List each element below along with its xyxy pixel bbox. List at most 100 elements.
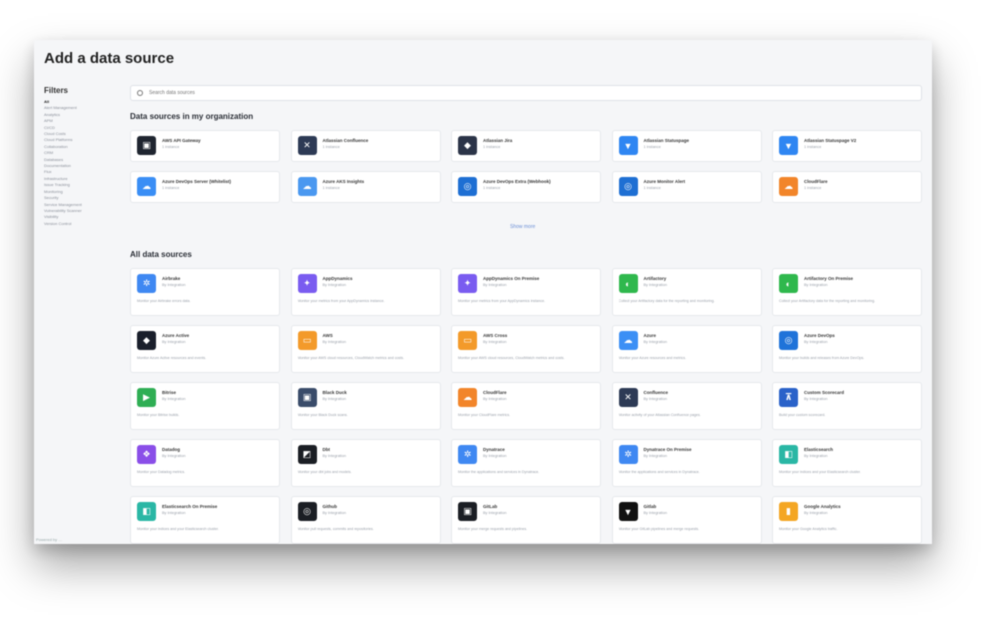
app-window: Add a data source Filters All Alert Manag… xyxy=(34,40,932,544)
data-source-logo-icon: ✕ xyxy=(618,388,638,407)
data-source-card[interactable]: ✕ Atlassian Confluence 1 instance xyxy=(290,130,441,162)
data-source-name: Atlassian Statuspage V2 xyxy=(804,138,857,143)
data-source-name: AWS xyxy=(322,333,333,338)
data-source-description: Build your custom scorecard. xyxy=(779,413,826,417)
data-source-card[interactable]: ☁ Azure AKS Insights 1 instance xyxy=(290,171,441,203)
data-source-logo-icon: ◆ xyxy=(137,331,156,350)
data-source-card[interactable]: ◎ Github By Integration Monitor pull reques… xyxy=(290,496,441,544)
data-source-subtitle: By Integration xyxy=(804,283,828,287)
data-source-description: Monitor your GitLab pipelines and merge … xyxy=(618,527,700,531)
search-input[interactable] xyxy=(149,90,849,96)
data-source-card[interactable]: ◆ Azure Active By Integration Monitor Azure… xyxy=(130,325,280,373)
data-source-card[interactable]: ▭ AWS Cross By Integration Monitor your AWS… xyxy=(451,325,601,373)
data-source-name: Azure AKS Insights xyxy=(322,179,365,184)
data-source-logo-icon: ▶ xyxy=(137,388,156,407)
data-source-subtitle: By Integration xyxy=(322,397,346,401)
data-source-card[interactable]: ▣ GitLab By Integration Monitor your merge … xyxy=(451,496,601,544)
data-source-name: AWS API Gateway xyxy=(162,138,201,143)
data-source-name: Artifactory On Premise xyxy=(804,276,854,281)
data-source-card[interactable]: ▣ AWS API Gateway 1 instance xyxy=(130,130,280,162)
data-source-description: Monitor your Airbrake errors data. xyxy=(137,299,191,303)
data-source-subtitle: By Integration xyxy=(804,511,828,515)
data-source-card[interactable]: ✲ Airbrake By Integration Monitor your Airb… xyxy=(130,268,280,316)
data-source-card[interactable]: ✦ AppDynamics On Premise By Integration Mon… xyxy=(451,268,601,316)
data-source-description: Monitor your metrics from your AppDynami… xyxy=(458,299,546,303)
data-source-card[interactable]: ✲ Dynatrace On Premise By Integration Monit… xyxy=(611,439,762,487)
data-source-subtitle: By Integration xyxy=(643,340,667,344)
data-source-name: Elasticsearch On Premise xyxy=(162,504,218,509)
data-source-card[interactable]: ◎ Azure DevOps Extra (Webhook) 1 instance xyxy=(451,171,601,203)
data-source-subtitle: By Integration xyxy=(162,511,186,515)
data-source-name: Dynatrace xyxy=(483,447,505,452)
data-source-card[interactable]: ▼ Atlassian Statuspage V2 1 instance xyxy=(772,130,922,162)
data-source-description: Monitor your Google Analytics traffic. xyxy=(779,527,838,531)
data-source-logo-icon: ✲ xyxy=(137,274,156,293)
data-source-card[interactable]: ❖ Datadog By Integration Monitor your Datad… xyxy=(130,439,280,487)
data-source-description: Monitor your dbt jobs and models. xyxy=(297,470,352,474)
data-source-card[interactable]: ⊼ Custom Scorecard By Integration Build you… xyxy=(772,382,922,430)
data-source-card[interactable]: ▣ Black Duck By Integration Monitor your Bl… xyxy=(290,382,441,430)
data-source-card[interactable]: ◐ Artifactory On Premise By Integration Col… xyxy=(772,268,922,316)
data-source-description: Monitor your indices and your Elasticsea… xyxy=(779,470,861,474)
data-source-logo-icon: ◎ xyxy=(618,177,638,196)
data-source-logo-icon: ◎ xyxy=(297,502,317,521)
data-source-description: Collect your Artifactory data for the re… xyxy=(779,299,876,303)
data-source-name: Github xyxy=(322,504,338,509)
data-source-card[interactable]: ✕ Confluence By Integration Monitor activit… xyxy=(611,382,762,430)
data-source-card[interactable]: ☁ CloudFlare 1 instance xyxy=(772,171,922,203)
data-source-subtitle: By Integration xyxy=(804,397,828,401)
search-bar[interactable] xyxy=(130,85,922,101)
data-source-name: Azure DevOps Server (Whitelist) xyxy=(162,179,232,184)
data-source-description: Monitor the applications and services in… xyxy=(618,470,700,474)
filter-list: All Alert Management Analytics APM CI/CD Clou… xyxy=(44,99,124,227)
data-source-card[interactable]: ◧ Elasticsearch On Premise By Integration M… xyxy=(130,496,280,544)
data-source-card[interactable]: ▼ Atlassian Statuspage 1 instance xyxy=(611,130,762,162)
data-source-card[interactable]: ◧ Elasticsearch By Integration Monitor your… xyxy=(772,439,922,487)
data-source-description: Monitor your metrics from your AppDynami… xyxy=(297,299,385,303)
data-source-name: Azure DevOps xyxy=(804,333,835,338)
data-source-subtitle: 1 instance xyxy=(162,186,180,190)
data-source-subtitle: By Integration xyxy=(162,283,186,287)
data-source-logo-icon: ✕ xyxy=(297,136,317,155)
data-source-card[interactable]: ▶ Bitrise By Integration Monitor your Bitri… xyxy=(130,382,280,430)
filter-item[interactable]: Version Control xyxy=(44,221,124,227)
data-source-logo-icon: ❖ xyxy=(137,445,156,464)
data-source-subtitle: By Integration xyxy=(483,340,507,344)
data-source-name: Datadog xyxy=(162,447,180,452)
show-more-link[interactable]: Show more xyxy=(510,224,535,230)
data-source-card[interactable]: ▭ AWS By Integration Monitor your AWS cloud… xyxy=(290,325,441,373)
data-source-subtitle: By Integration xyxy=(322,511,346,515)
data-source-subtitle: By Integration xyxy=(643,283,667,287)
data-source-subtitle: By Integration xyxy=(322,454,346,458)
data-source-card[interactable]: ◎ Azure Monitor Alert 1 instance xyxy=(611,171,762,203)
data-source-logo-icon: ☁ xyxy=(618,331,638,350)
data-source-card[interactable]: ✲ Dynatrace By Integration Monitor the appl… xyxy=(451,439,601,487)
data-source-logo-icon: ▼ xyxy=(618,502,638,521)
data-source-name: Bitrise xyxy=(162,390,177,395)
data-source-logo-icon: ☁ xyxy=(137,177,156,196)
data-source-card[interactable]: ▼ Gitlab By Integration Monitor your GitLab… xyxy=(611,496,762,544)
data-source-card[interactable]: ☁ Azure By Integration Monitor your Azure r… xyxy=(611,325,762,373)
data-source-card[interactable]: ◎ Azure DevOps By Integration Monitor your … xyxy=(772,325,922,373)
data-source-card[interactable]: ☁ CloudFlare By Integration Monitor your Cl… xyxy=(451,382,601,430)
data-source-name: GitLab xyxy=(483,504,498,509)
data-source-description: Monitor pull requests, commits and repos… xyxy=(297,527,374,531)
data-source-card[interactable]: ☁ Azure DevOps Server (Whitelist) 1 instan… xyxy=(130,171,280,203)
data-source-subtitle: By Integration xyxy=(483,511,507,515)
filters-title: Filters xyxy=(44,86,69,95)
data-source-card[interactable]: ◩ Dbt By Integration Monitor your dbt jobs … xyxy=(290,439,441,487)
data-source-subtitle: By Integration xyxy=(643,454,667,458)
data-source-name: Azure xyxy=(643,333,657,338)
data-source-logo-icon: ✦ xyxy=(458,274,477,293)
data-source-card[interactable]: ▮ Google Analytics By Integration Monitor y… xyxy=(772,496,922,544)
data-source-logo-icon: ✦ xyxy=(297,274,317,293)
data-source-card[interactable]: ◆ Atlassian Jira 1 instance xyxy=(451,130,601,162)
data-source-card[interactable]: ✦ AppDynamics By Integration Monitor your m… xyxy=(290,268,441,316)
data-source-logo-icon: ◧ xyxy=(137,502,156,521)
data-source-description: Monitor your indices and your Elasticsea… xyxy=(137,527,219,531)
data-source-name: Gitlab xyxy=(643,504,657,509)
data-source-description: Monitor Azure Active resources and event… xyxy=(137,356,207,360)
data-source-card[interactable]: ◐ Artifactory By Integration Collect your A… xyxy=(611,268,762,316)
data-source-description: Monitor your Azure resources and metrics… xyxy=(618,356,687,360)
search-icon xyxy=(137,90,143,96)
